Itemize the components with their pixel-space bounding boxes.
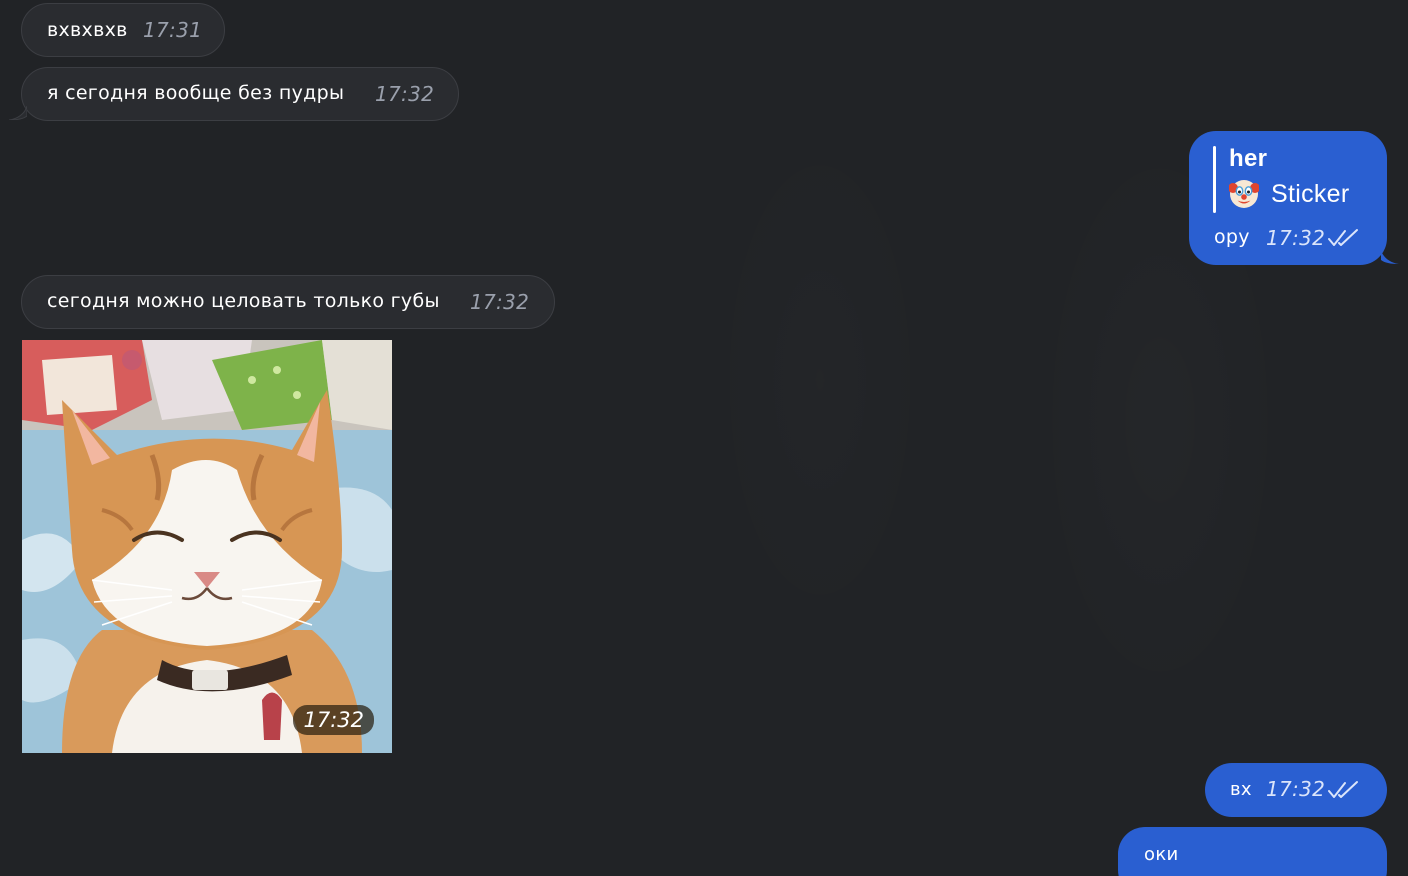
chat-history[interactable]: вхвхвхв 17:31 я сегодня вообще без пудры…	[0, 0, 1408, 876]
outgoing-reply-message[interactable]: her Sticker ору 17:32	[1189, 131, 1387, 265]
message-time: 17:32	[1266, 226, 1326, 250]
incoming-message[interactable]: я сегодня вообще без пудры 17:32	[21, 67, 459, 121]
message-text: вхвхвхв	[47, 19, 128, 41]
incoming-message[interactable]: вхвхвхв 17:31	[21, 3, 225, 57]
gif-message-smiling-cat[interactable]: 17:32	[22, 340, 392, 753]
incoming-message[interactable]: сегодня можно целовать только губы 17:32	[21, 275, 555, 329]
clown-emoji-icon	[1229, 180, 1259, 208]
reply-quote-bar	[1213, 146, 1216, 213]
outgoing-message[interactable]: оки	[1118, 827, 1387, 876]
read-checkmarks-icon	[1328, 781, 1358, 798]
outgoing-message[interactable]: вх 17:32	[1205, 763, 1387, 817]
message-time: 17:32	[470, 290, 530, 314]
message-text: я сегодня вообще без пудры	[47, 82, 345, 104]
message-time: 17:31	[143, 18, 203, 42]
message-time: 17:32	[375, 82, 435, 106]
reply-preview-text: Sticker	[1271, 179, 1350, 208]
message-time: 17:32	[293, 705, 374, 735]
reply-preview[interactable]: Sticker	[1229, 179, 1350, 209]
smiling-cat-image	[22, 340, 392, 753]
message-text: сегодня можно целовать только губы	[47, 290, 440, 312]
bubble-tail	[9, 106, 27, 120]
message-time: 17:32	[1266, 777, 1326, 801]
read-checkmarks-icon	[1328, 229, 1358, 246]
reply-author: her	[1229, 145, 1268, 172]
bubble-tail	[1381, 250, 1399, 264]
message-text: оки	[1144, 844, 1179, 865]
message-text: ору	[1214, 226, 1250, 248]
message-text: вх	[1230, 779, 1252, 800]
